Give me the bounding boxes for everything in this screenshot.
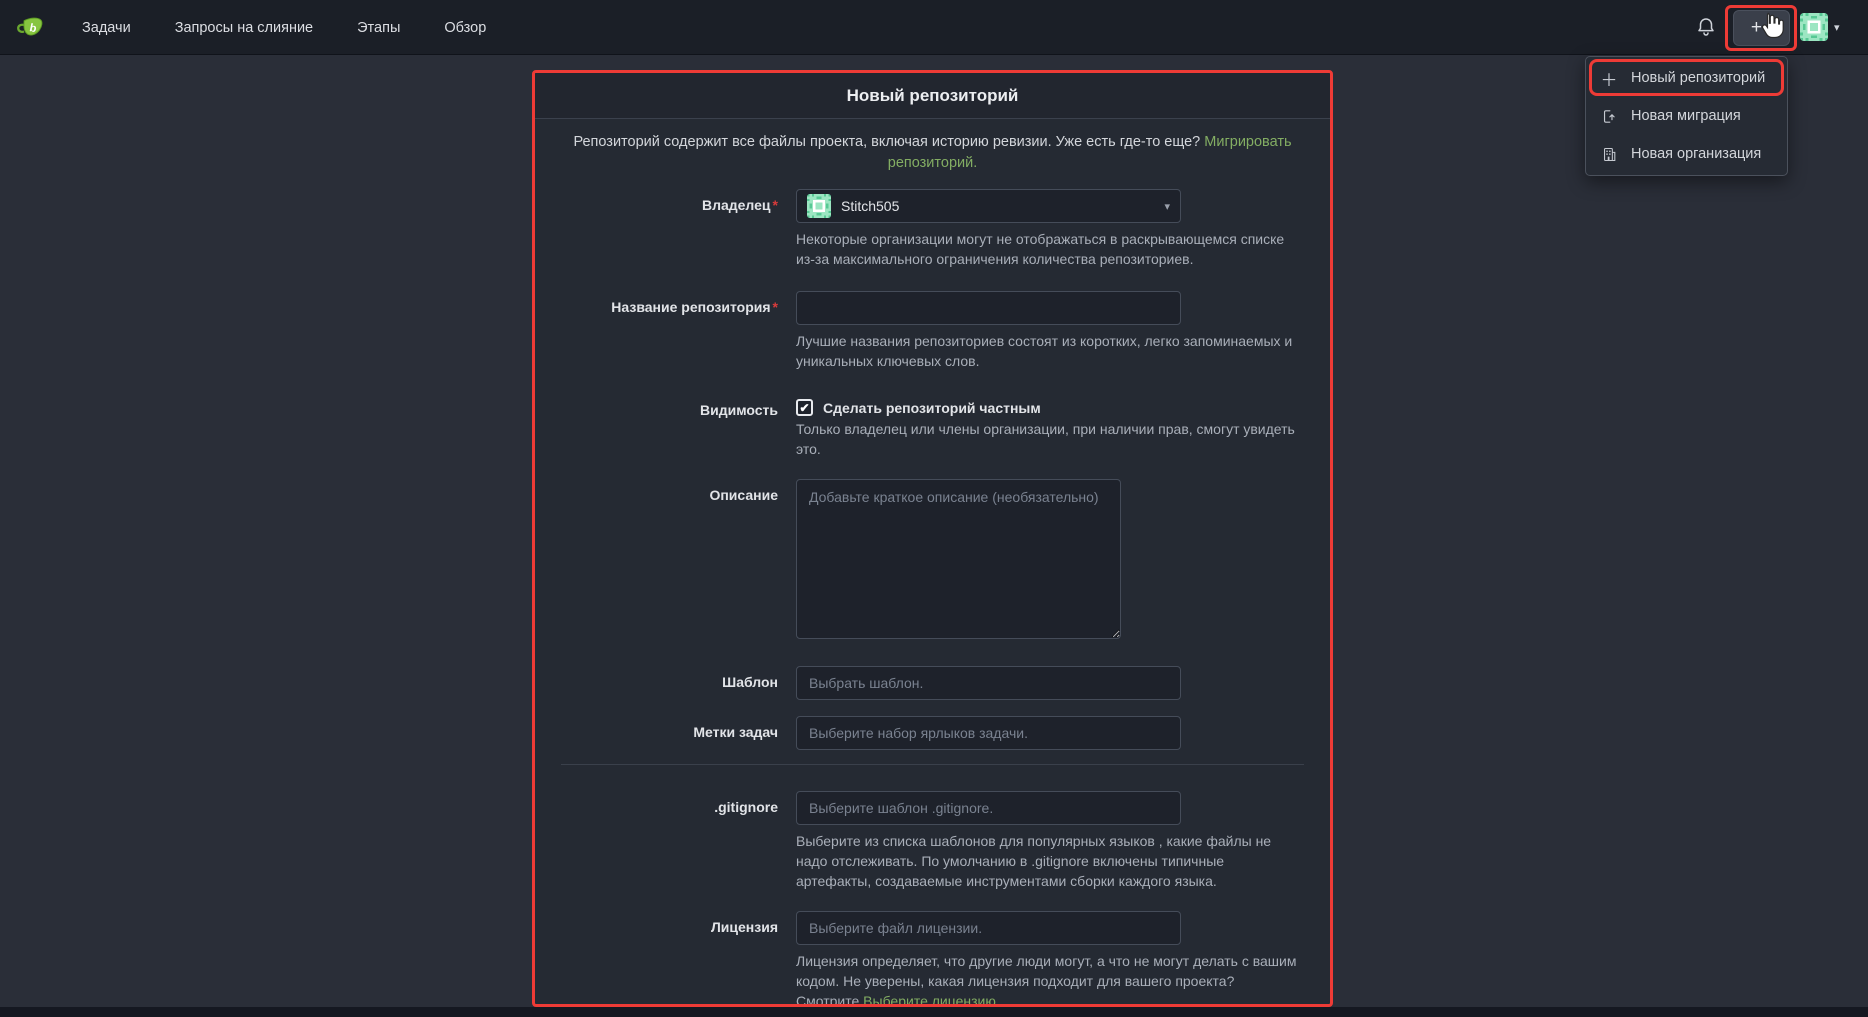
repo-name-input[interactable] bbox=[796, 291, 1181, 325]
plus-icon: + bbox=[1751, 17, 1762, 39]
gitignore-label: .gitignore bbox=[535, 791, 796, 891]
migration-icon bbox=[1600, 107, 1618, 125]
license-label: Лицензия bbox=[535, 911, 796, 1007]
intro-text: Репозиторий содержит все файлы проекта, … bbox=[573, 134, 1200, 150]
private-checkbox-label[interactable]: Сделать репозиторий частным bbox=[823, 400, 1041, 416]
field-template: Шаблон bbox=[535, 666, 1330, 700]
issue-labels-input[interactable] bbox=[796, 716, 1181, 750]
owner-label: Владелец* bbox=[535, 189, 796, 269]
nav-item-issues[interactable]: Задачи bbox=[82, 20, 131, 36]
create-new-button[interactable]: + ▾ bbox=[1733, 10, 1790, 46]
required-asterisk: * bbox=[773, 299, 778, 315]
gitignore-help-text: Выберите из списка шаблонов для популярн… bbox=[796, 831, 1301, 891]
main-nav: Задачи Запросы на слияние Этапы Обзор bbox=[82, 20, 486, 36]
nav-item-explore[interactable]: Обзор bbox=[444, 20, 486, 36]
owner-value: Stitch505 bbox=[841, 198, 1154, 214]
repo-name-label: Название репозитория* bbox=[535, 291, 796, 371]
repo-name-help-text: Лучшие названия репозиториев состоят из … bbox=[796, 331, 1301, 371]
license-help-text: Лицензия определяет, что другие люди мог… bbox=[796, 951, 1301, 1007]
issue-labels-label: Метки задач bbox=[535, 716, 796, 750]
create-new-dropdown-menu: ＋ Новый репозиторий Новая миграция bbox=[1585, 56, 1788, 176]
required-asterisk: * bbox=[773, 197, 778, 213]
page-title: Новый репозиторий bbox=[847, 86, 1019, 106]
private-checkbox[interactable]: ✔ bbox=[796, 399, 813, 416]
chevron-down-icon: ▾ bbox=[1834, 21, 1840, 34]
visibility-help-text: Только владелец или члены организации, п… bbox=[796, 419, 1301, 459]
description-textarea[interactable] bbox=[796, 479, 1121, 639]
nav-item-milestones[interactable]: Этапы bbox=[357, 20, 400, 36]
plus-icon: ＋ bbox=[1600, 69, 1618, 87]
gitea-logo-icon[interactable]: b bbox=[16, 13, 46, 43]
menu-item-new-repository[interactable]: ＋ Новый репозиторий bbox=[1586, 59, 1787, 97]
menu-item-label: Новый репозиторий bbox=[1631, 70, 1765, 86]
user-menu-button[interactable]: ▾ bbox=[1800, 13, 1840, 41]
menu-item-label: Новая организация bbox=[1631, 146, 1761, 162]
visibility-label: Видимость bbox=[535, 393, 796, 459]
panel-header: Новый репозиторий bbox=[535, 73, 1330, 119]
field-description: Описание bbox=[535, 479, 1330, 644]
new-repository-panel: Новый репозиторий Репозиторий содержит в… bbox=[532, 70, 1333, 1007]
user-avatar bbox=[1800, 13, 1828, 41]
menu-item-new-organization[interactable]: Новая организация bbox=[1586, 135, 1787, 173]
organization-icon bbox=[1600, 145, 1618, 163]
check-icon: ✔ bbox=[799, 401, 809, 415]
page-bottom-strip bbox=[0, 1007, 1868, 1017]
template-label: Шаблон bbox=[535, 666, 796, 700]
owner-help-text: Некоторые организации могут не отображат… bbox=[796, 229, 1301, 269]
chevron-down-icon: ▾ bbox=[1767, 23, 1772, 34]
owner-avatar bbox=[807, 194, 831, 218]
chevron-down-icon: ▾ bbox=[1164, 200, 1170, 213]
owner-select[interactable]: Stitch505 ▾ bbox=[796, 189, 1181, 223]
menu-item-new-migration[interactable]: Новая миграция bbox=[1586, 97, 1787, 135]
section-divider bbox=[561, 764, 1304, 765]
form-intro-text: Репозиторий содержит все файлы проекта, … bbox=[573, 132, 1293, 173]
field-visibility: Видимость ✔ Сделать репозиторий частным … bbox=[535, 393, 1330, 459]
field-license: Лицензия Лицензия определяет, что другие… bbox=[535, 911, 1330, 1007]
nav-item-pull-requests[interactable]: Запросы на слияние bbox=[175, 20, 313, 36]
field-gitignore: .gitignore Выберите из списка шаблонов д… bbox=[535, 791, 1330, 891]
new-repository-form: Репозиторий содержит все файлы проекта, … bbox=[535, 119, 1330, 1007]
top-navbar: b Задачи Запросы на слияние Этапы Обзор … bbox=[0, 0, 1868, 55]
choose-license-link[interactable]: Выберите лицензию. bbox=[863, 993, 1000, 1007]
notifications-bell-icon[interactable] bbox=[1694, 15, 1720, 41]
app-screen: b Задачи Запросы на слияние Этапы Обзор … bbox=[0, 0, 1868, 1017]
license-input[interactable] bbox=[796, 911, 1181, 945]
field-owner: Владелец* bbox=[535, 189, 1330, 269]
template-input[interactable] bbox=[796, 666, 1181, 700]
field-issue-labels: Метки задач bbox=[535, 716, 1330, 750]
menu-item-label: Новая миграция bbox=[1631, 108, 1741, 124]
field-repo-name: Название репозитория* Лучшие названия ре… bbox=[535, 291, 1330, 371]
gitignore-input[interactable] bbox=[796, 791, 1181, 825]
description-label: Описание bbox=[535, 479, 796, 644]
